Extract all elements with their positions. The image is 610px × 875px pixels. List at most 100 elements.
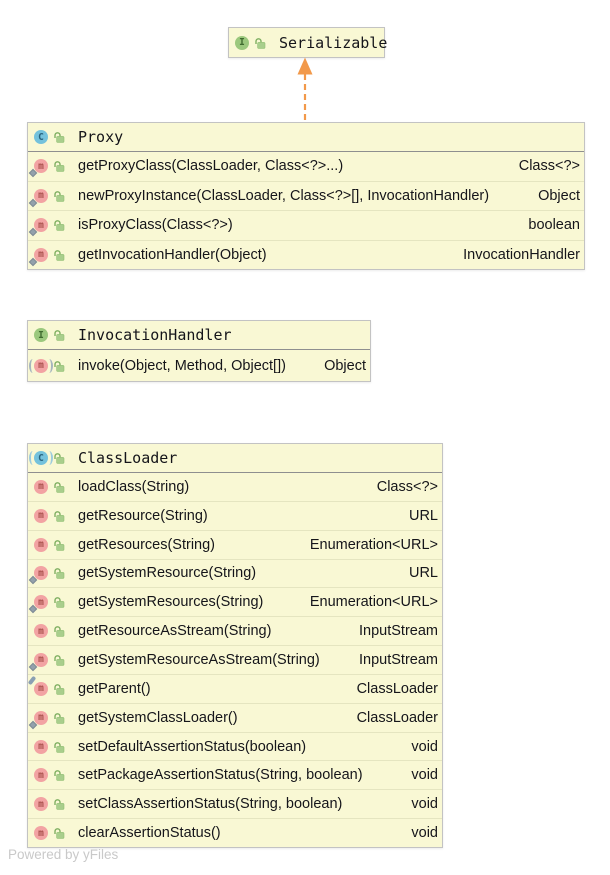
method-icon: m	[34, 595, 48, 609]
method-name: getSystemClassLoader()	[78, 710, 238, 726]
method-name: isProxyClass(Class<?>)	[78, 217, 233, 233]
public-unlocked-icon	[53, 625, 65, 637]
node-proxy[interactable]: C Proxy m getProxyClass(ClassL	[27, 122, 585, 270]
method-row[interactable]: m getSystemResourceAsStream(String) Inpu…	[28, 645, 442, 674]
method-name: getInvocationHandler(Object)	[78, 247, 267, 263]
uml-diagram-canvas: I Serializable C	[0, 0, 610, 875]
method-name: clearAssertionStatus()	[78, 825, 221, 841]
method-name: setClassAssertionStatus(String, boolean)	[78, 796, 342, 812]
public-unlocked-icon	[53, 798, 65, 810]
abstract-class-icon: C	[34, 451, 48, 465]
node-serializable[interactable]: I Serializable	[228, 27, 385, 58]
method-icon: m	[34, 740, 48, 754]
interface-icon: I	[34, 328, 48, 342]
public-unlocked-icon	[53, 452, 65, 464]
method-name: getResources(String)	[78, 537, 215, 553]
node-title: InvocationHandler	[78, 326, 232, 344]
node-header: I InvocationHandler	[28, 321, 370, 350]
method-icon: m	[34, 159, 48, 173]
method-icon: m	[34, 248, 48, 262]
method-row[interactable]: m setClassAssertionStatus(String, boolea…	[28, 789, 442, 818]
method-name: setPackageAssertionStatus(String, boolea…	[78, 767, 363, 783]
method-name: getParent()	[78, 681, 151, 697]
public-unlocked-icon	[53, 539, 65, 551]
method-name: newProxyInstance(ClassLoader, Class<?>[]…	[78, 188, 489, 204]
method-row[interactable]: m getResource(String) URL	[28, 501, 442, 530]
method-row[interactable]: m invoke(Object, Method, Object[]) Objec…	[28, 350, 370, 381]
method-row[interactable]: m newProxyInstance(ClassLoader, Class<?>…	[28, 181, 584, 211]
public-unlocked-icon	[53, 567, 65, 579]
method-return-type: Object	[318, 358, 366, 374]
method-icon: m	[34, 566, 48, 580]
method-return-type: Enumeration<URL>	[304, 594, 438, 610]
method-row[interactable]: m getSystemResources(String) Enumeration…	[28, 587, 442, 616]
method-return-type: ClassLoader	[351, 710, 438, 726]
method-return-type: URL	[403, 508, 438, 524]
method-name: invoke(Object, Method, Object[])	[78, 358, 286, 374]
public-unlocked-icon	[53, 131, 65, 143]
method-list: m loadClass(String) Class<?> m getResour…	[28, 473, 442, 847]
method-icon: m	[34, 509, 48, 523]
method-name: setDefaultAssertionStatus(boolean)	[78, 739, 306, 755]
method-return-type: URL	[403, 565, 438, 581]
public-unlocked-icon	[53, 360, 65, 372]
method-row[interactable]: m isProxyClass(Class<?>) boolean	[28, 210, 584, 240]
method-row[interactable]: m clearAssertionStatus() void	[28, 818, 442, 847]
node-title: Serializable	[279, 34, 387, 52]
public-unlocked-icon	[254, 37, 266, 49]
method-icon: m	[34, 682, 48, 696]
method-name: getResourceAsStream(String)	[78, 623, 271, 639]
method-row[interactable]: m setPackageAssertionStatus(String, bool…	[28, 760, 442, 789]
method-row[interactable]: m getResources(String) Enumeration<URL>	[28, 530, 442, 559]
public-unlocked-icon	[53, 219, 65, 231]
method-name: getResource(String)	[78, 508, 208, 524]
public-unlocked-icon	[53, 596, 65, 608]
arrowhead-icon	[298, 58, 313, 75]
node-classloader[interactable]: C ClassLoader m loadClass(String) Class<…	[27, 443, 443, 848]
method-row[interactable]: m getProxyClass(ClassLoader, Class<?>...…	[28, 152, 584, 181]
node-header: C ClassLoader	[28, 444, 442, 473]
method-icon: m	[34, 480, 48, 494]
public-unlocked-icon	[53, 827, 65, 839]
node-header: C Proxy	[28, 123, 584, 152]
method-return-type: Class<?>	[371, 479, 438, 495]
node-title: ClassLoader	[78, 449, 177, 467]
method-return-type: void	[405, 739, 438, 755]
method-name: getSystemResource(String)	[78, 565, 256, 581]
method-row[interactable]: m getParent() ClassLoader	[28, 674, 442, 703]
node-invocation-handler[interactable]: I InvocationHandler m invoke(Object, Met…	[27, 320, 371, 382]
public-unlocked-icon	[53, 712, 65, 724]
method-row[interactable]: m getInvocationHandler(Object) Invocatio…	[28, 240, 584, 270]
method-return-type: boolean	[522, 217, 580, 233]
method-list: m getProxyClass(ClassLoader, Class<?>...…	[28, 152, 584, 269]
method-icon: m	[34, 189, 48, 203]
method-row[interactable]: m setDefaultAssertionStatus(boolean) voi…	[28, 732, 442, 761]
method-row[interactable]: m getResourceAsStream(String) InputStrea…	[28, 616, 442, 645]
method-return-type: Enumeration<URL>	[304, 537, 438, 553]
method-return-type: Object	[532, 188, 580, 204]
public-unlocked-icon	[53, 329, 65, 341]
method-icon: m	[34, 711, 48, 725]
method-return-type: Class<?>	[513, 158, 580, 174]
method-name: getProxyClass(ClassLoader, Class<?>...)	[78, 158, 343, 174]
method-return-type: InputStream	[353, 623, 438, 639]
implements-edge[interactable]	[295, 57, 315, 123]
public-unlocked-icon	[53, 510, 65, 522]
method-return-type: ClassLoader	[351, 681, 438, 697]
method-icon: m	[34, 218, 48, 232]
class-icon: C	[34, 130, 48, 144]
method-name: getSystemResourceAsStream(String)	[78, 652, 320, 668]
method-row[interactable]: m loadClass(String) Class<?>	[28, 473, 442, 501]
yfiles-watermark: Powered by yFiles	[8, 847, 118, 862]
method-icon: m	[34, 538, 48, 552]
method-return-type: InputStream	[353, 652, 438, 668]
node-title: Proxy	[78, 128, 123, 146]
method-name: loadClass(String)	[78, 479, 189, 495]
public-unlocked-icon	[53, 160, 65, 172]
method-return-type: InvocationHandler	[457, 247, 580, 263]
method-row[interactable]: m getSystemResource(String) URL	[28, 559, 442, 588]
method-list: m invoke(Object, Method, Object[]) Objec…	[28, 350, 370, 381]
public-unlocked-icon	[53, 741, 65, 753]
method-row[interactable]: m getSystemClassLoader() ClassLoader	[28, 703, 442, 732]
public-unlocked-icon	[53, 654, 65, 666]
